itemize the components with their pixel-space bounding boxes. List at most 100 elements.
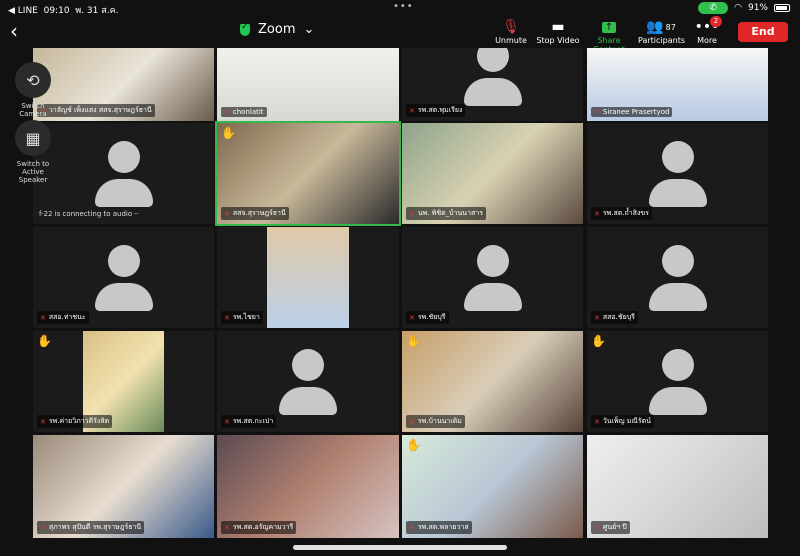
participant-tile[interactable]: ✕ ศูนย์ฯ ปี: [587, 435, 768, 538]
mic-muted-icon: ✕: [594, 417, 600, 426]
participant-name: สสจ.สุราษฎร์ธานี: [232, 209, 286, 217]
participant-tile[interactable]: ✕ วาลัญช์ เพ็งแสง สสจ.สุราษฎร์ธานี: [33, 48, 214, 121]
participant-name: รพ.บ้านนาเดิม: [417, 417, 462, 425]
participant-name: chonlatit: [232, 108, 264, 116]
home-indicator[interactable]: [293, 545, 507, 550]
default-avatar-icon: [94, 141, 154, 211]
mic-muted-icon: ✕: [409, 417, 415, 426]
video-camera-icon: ▬: [551, 19, 565, 35]
participants-icon: 👥 87: [646, 19, 676, 35]
switch-active-speaker-button[interactable]: ▦ Switch to Active Speaker: [8, 120, 58, 184]
mic-muted-icon: ✕: [594, 313, 600, 322]
mic-muted-icon: ✕: [224, 313, 230, 322]
date: พ. 31 ส.ค.: [75, 6, 119, 16]
participant-name: นพ. พิชิต_บ้านนาสาร: [417, 209, 483, 217]
participant-tile[interactable]: ✕ สสอ.ท่าชนะ: [33, 227, 214, 328]
participant-name-tag: ✕ สสอ.ท่าชนะ: [37, 311, 89, 324]
participant-name-tag: ✕ รพ.ไชยา: [221, 311, 263, 324]
default-avatar-icon: [463, 245, 523, 315]
meeting-toolbar: ‹ Zoom ⌄ 🎙 Unmute ▬ Stop Video ↑ Share C…: [0, 16, 800, 54]
chevron-down-icon: ⌄: [303, 22, 315, 37]
switch-camera-button[interactable]: ⟲ Switch Camera: [8, 62, 58, 118]
wifi-icon: ◠: [734, 3, 742, 13]
raised-hand-icon: ✋: [37, 334, 52, 348]
mic-muted-icon: 🎙: [502, 19, 520, 35]
participant-tile[interactable]: ✕ รพ.สต.กะเปา: [217, 331, 399, 432]
participant-name-tag: ✕ chonlatit: [221, 107, 267, 117]
participant-name: รพ.ไชยา: [232, 313, 260, 321]
mic-muted-icon: ✕: [409, 106, 415, 115]
participant-tile[interactable]: ✕ รพ.สต.อรัญคามวารี: [217, 435, 399, 538]
mic-muted-icon: ✕: [40, 523, 46, 532]
raised-hand-icon: ✋: [406, 438, 421, 452]
participant-tile[interactable]: ✋ ✕ รพ.สต.พลายวาส: [402, 435, 583, 538]
mic-muted-icon: ✕: [224, 523, 230, 532]
default-avatar-icon: [94, 245, 154, 315]
mic-muted-icon: ✕: [40, 417, 46, 426]
status-left[interactable]: ◀ LINE 09:10 พ. 31 ส.ค.: [8, 3, 118, 17]
participant-name-tag: ✕ ศูนย์ฯ ปี: [591, 521, 630, 534]
mic-muted-icon: ✕: [409, 523, 415, 532]
mic-muted-icon: ✕: [594, 108, 600, 116]
participants-button[interactable]: 👥 87 Participants: [638, 18, 685, 45]
mic-muted-icon: ✕: [224, 417, 230, 426]
raised-hand-icon: ✋: [221, 126, 236, 140]
participant-name: สสอ.ท่าชนะ: [48, 313, 86, 321]
participant-tile[interactable]: ✕ chonlatit: [217, 48, 399, 121]
mic-muted-icon: ✕: [594, 523, 600, 532]
participant-tile[interactable]: ✕ รพ.ไชยา: [217, 227, 399, 328]
call-indicator-icon[interactable]: ✆: [698, 2, 729, 14]
stop-video-button[interactable]: ▬ Stop Video: [536, 18, 580, 45]
mic-muted-icon: ✕: [409, 313, 415, 322]
participant-name-tag: ✕ สสอ.ชัยบุรี: [591, 311, 638, 324]
end-meeting-button[interactable]: End: [738, 22, 788, 42]
participant-name-tag: ✕ วันเพ็ญ มณีรัตน์: [591, 415, 654, 428]
raised-hand-icon: ✋: [406, 334, 421, 348]
default-avatar-icon: [463, 48, 523, 110]
participant-tile[interactable]: f-22 is connecting to audio -·: [33, 123, 214, 224]
participant-tile[interactable]: ✋ ✕ สสจ.สุราษฎร์ธานี: [215, 121, 401, 226]
multitask-dots[interactable]: •••: [393, 1, 414, 12]
participant-tile[interactable]: ✕ รพ.สต.ถ้ำสิงขร: [587, 123, 768, 224]
participant-tile[interactable]: ✕ รพ.ชัยบุรี: [402, 227, 583, 328]
back-to-line[interactable]: ◀ LINE: [8, 6, 38, 16]
participant-name: รพ.สต.ถ้ำสิงขร: [602, 209, 649, 217]
participant-name: วาลัญช์ เพ็งแสง สสจ.สุราษฎร์ธานี: [48, 106, 152, 114]
participant-tile[interactable]: ✕ Siranee Prasertyod: [587, 48, 768, 121]
battery-percent: 91%: [747, 3, 768, 13]
participant-tile[interactable]: ✕ รพ.สต.พุมเรียง: [402, 48, 583, 121]
participant-name-tag: ✕ รพ.สต.พลายวาส: [406, 521, 472, 534]
back-chevron-icon[interactable]: ‹: [10, 19, 18, 43]
participant-name-tag: ✕ รพ.สต.อรัญคามวารี: [221, 521, 297, 534]
participant-name: รพ.ชัยบุรี: [417, 313, 446, 321]
participant-name-tag: ✕ รพ.ชัยบุรี: [406, 311, 449, 324]
participant-tile[interactable]: ✋ ✕ วันเพ็ญ มณีรัตน์: [587, 331, 768, 432]
mic-muted-icon: ✕: [224, 108, 230, 116]
mic-muted-icon: ✕: [40, 313, 46, 322]
participant-name-tag: ✕ รพ.สต.กะเปา: [221, 415, 277, 428]
more-badge: 2: [710, 16, 722, 27]
participant-name: วันเพ็ญ มณีรัตน์: [602, 417, 651, 425]
participant-tile[interactable]: ✕ สสอ.ชัยบุรี: [587, 227, 768, 328]
encryption-shield-icon: [240, 22, 250, 36]
mic-muted-icon: ✕: [594, 209, 600, 218]
participant-name-tag: ✕ รพ.บ้านนาเดิม: [406, 415, 465, 428]
participant-name: สสอ.ชัยบุรี: [602, 313, 635, 321]
active-speaker-icon: ▦: [15, 120, 51, 156]
raised-hand-icon: ✋: [591, 334, 606, 348]
participant-name-tag: ✕ สสจ.สุราษฎร์ธานี: [221, 207, 289, 220]
more-button[interactable]: ••• More 2: [694, 16, 722, 45]
participant-tile[interactable]: ✕ นพ. พิชิต_บ้านนาสาร: [402, 123, 583, 224]
mic-muted-icon: ✕: [409, 209, 415, 218]
participant-tile[interactable]: ✋ ✕ รพ.ค่ายวิภาวดีรังสิต: [33, 331, 214, 432]
participant-name: Siranee Prasertyod: [602, 108, 670, 116]
clock: 09:10: [43, 6, 70, 16]
default-avatar-icon: [278, 349, 338, 419]
participant-tile[interactable]: ✕ สุภาพร สุปันตี รพ.สุราษฎร์ธานี: [33, 435, 214, 538]
participant-tile[interactable]: ✋ ✕ รพ.บ้านนาเดิม: [402, 331, 583, 432]
meeting-title[interactable]: Zoom ⌄: [240, 22, 314, 37]
default-avatar-icon: [648, 349, 708, 419]
participants-count: 87: [665, 22, 676, 32]
default-avatar-icon: [648, 141, 708, 211]
unmute-button[interactable]: 🎙 Unmute: [494, 18, 528, 45]
